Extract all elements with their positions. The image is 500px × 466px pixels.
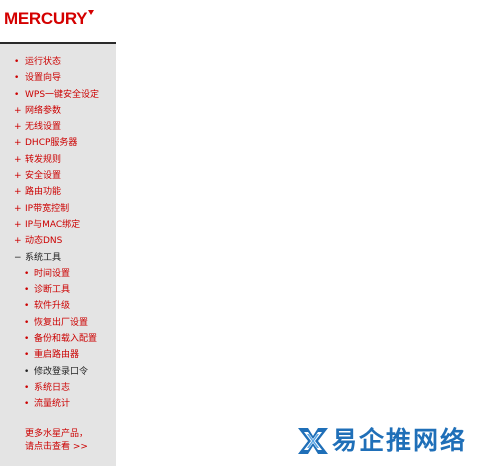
- sidebar-subitem-label: 恢复出厂设置: [34, 317, 89, 328]
- sidebar-item-label: 安全设置: [25, 171, 62, 182]
- plus-icon: +: [14, 171, 22, 182]
- sidebar-subitem-label: 诊断工具: [34, 285, 71, 296]
- sidebar-item-routing[interactable]: + 路由功能: [0, 184, 116, 200]
- sidebar-item-label: 网络参数: [25, 105, 62, 116]
- sidebar-item-network[interactable]: + 网络参数: [0, 103, 116, 119]
- sidebar-item-label: 设置向导: [25, 73, 62, 84]
- sidebar-item-dhcp[interactable]: + DHCP服务器: [0, 135, 116, 151]
- more-products-line1: 更多水星产品，: [25, 429, 89, 439]
- sidebar-menu: • 运行状态 • 设置向导 • WPS一键安全设定 + 网络参数 + 无线设置 …: [0, 54, 116, 413]
- plus-icon: +: [14, 138, 22, 149]
- bullet-icon: •: [24, 366, 30, 377]
- router-admin-page: MERCURY • 运行状态 • 设置向导 • WPS一键安全设定 + 网络参数…: [0, 0, 500, 466]
- sidebar-subitem-factory-reset[interactable]: • 恢复出厂设置: [0, 315, 116, 331]
- sidebar-subitem-label: 软件升级: [34, 301, 71, 312]
- system-tools-submenu: • 时间设置 • 诊断工具 • 软件升级 • 恢复出厂设置 • 备份和载入配置 …: [0, 266, 116, 413]
- plus-icon: +: [14, 219, 22, 230]
- sidebar-item-ip-mac-binding[interactable]: + IP与MAC绑定: [0, 217, 116, 233]
- sidebar-subitem-change-password[interactable]: • 修改登录口令: [0, 364, 116, 380]
- sidebar-item-system-tools[interactable]: − 系统工具: [0, 250, 116, 266]
- sidebar-subitem-backup-restore[interactable]: • 备份和载入配置: [0, 331, 116, 347]
- bullet-icon: •: [24, 285, 30, 296]
- sidebar-item-label: 系统工具: [25, 252, 62, 263]
- sidebar-subitem-label: 系统日志: [34, 382, 71, 393]
- logo-text: MERCURY: [4, 9, 88, 28]
- sidebar-subitem-firmware-upgrade[interactable]: • 软件升级: [0, 298, 116, 314]
- bullet-icon: •: [24, 317, 30, 328]
- sidebar-item-security[interactable]: + 安全设置: [0, 168, 116, 184]
- bullet-icon: •: [24, 268, 30, 279]
- watermark-logo-icon: [298, 428, 328, 454]
- sidebar-item-label: IP与MAC绑定: [25, 219, 81, 230]
- sidebar-item-label: DHCP服务器: [25, 138, 78, 149]
- sidebar-subitem-label: 流量统计: [34, 399, 71, 410]
- plus-icon: +: [14, 203, 22, 214]
- sidebar-item-label: 运行状态: [25, 57, 62, 67]
- sidebar: • 运行状态 • 设置向导 • WPS一键安全设定 + 网络参数 + 无线设置 …: [0, 44, 116, 466]
- watermark-text: 易企推网络: [332, 426, 468, 455]
- sidebar-item-label: 无线设置: [25, 122, 62, 133]
- sidebar-item-label: 路由功能: [25, 187, 62, 198]
- sidebar-item-forwarding[interactable]: + 转发规则: [0, 152, 116, 168]
- bullet-icon: •: [24, 350, 30, 361]
- sidebar-item-label: 转发规则: [25, 154, 62, 165]
- plus-icon: +: [14, 154, 22, 165]
- sidebar-subitem-label: 重启路由器: [34, 350, 80, 361]
- mercury-logo: MERCURY: [4, 9, 95, 29]
- sidebar-item-status[interactable]: • 运行状态: [0, 54, 116, 70]
- plus-icon: +: [14, 236, 22, 247]
- more-products-line2: 请点击查看 >>: [25, 442, 88, 452]
- sidebar-subitem-label: 修改登录口令: [34, 366, 89, 377]
- minus-icon: −: [14, 252, 22, 263]
- sidebar-item-label: 动态DNS: [25, 236, 63, 247]
- sidebar-subitem-time[interactable]: • 时间设置: [0, 266, 116, 282]
- sidebar-item-wireless[interactable]: + 无线设置: [0, 119, 116, 135]
- plus-icon: +: [14, 187, 22, 198]
- sidebar-subitem-label: 备份和载入配置: [34, 334, 98, 345]
- sidebar-item-bandwidth[interactable]: + IP带宽控制: [0, 201, 116, 217]
- sidebar-subitem-reboot[interactable]: • 重启路由器: [0, 347, 116, 363]
- logo-mark-icon: [88, 9, 95, 16]
- bullet-icon: •: [24, 334, 30, 345]
- plus-icon: +: [14, 105, 22, 116]
- bullet-icon: •: [24, 382, 30, 393]
- sidebar-item-label: WPS一键安全设定: [25, 89, 100, 100]
- sidebar-subitem-system-log[interactable]: • 系统日志: [0, 380, 116, 396]
- bullet-icon: •: [14, 73, 20, 84]
- sidebar-subitem-label: 时间设置: [34, 268, 71, 279]
- watermark: 易企推网络: [296, 424, 492, 458]
- bullet-icon: •: [14, 89, 20, 100]
- sidebar-item-setup-wizard[interactable]: • 设置向导: [0, 70, 116, 86]
- sidebar-subitem-diagnostics[interactable]: • 诊断工具: [0, 282, 116, 298]
- bullet-icon: •: [24, 301, 30, 312]
- sidebar-subitem-traffic-stats[interactable]: • 流量统计: [0, 396, 116, 412]
- plus-icon: +: [14, 122, 22, 133]
- more-products-link[interactable]: 更多水星产品， 请点击查看 >>: [25, 428, 88, 454]
- sidebar-item-label: IP带宽控制: [25, 203, 70, 214]
- header-logo-bar: MERCURY: [0, 0, 116, 44]
- bullet-icon: •: [14, 57, 20, 67]
- bullet-icon: •: [24, 399, 30, 410]
- sidebar-item-ddns[interactable]: + 动态DNS: [0, 233, 116, 249]
- sidebar-item-wps[interactable]: • WPS一键安全设定: [0, 87, 116, 103]
